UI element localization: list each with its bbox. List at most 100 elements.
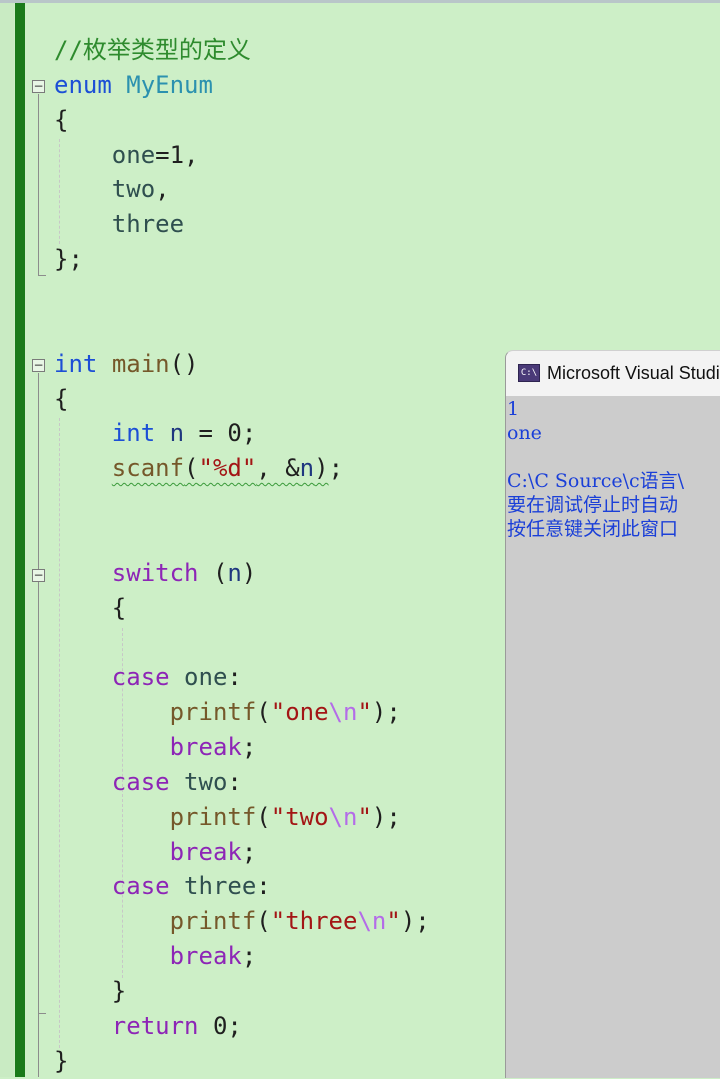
code-token: case — [111, 767, 170, 796]
console-line: C:\C Source\c语言\ — [507, 470, 685, 492]
code-line[interactable]: int n = 0; — [54, 416, 257, 451]
console-line: 1 — [507, 398, 520, 420]
code-token: 0; — [198, 1011, 242, 1040]
code-token: ; — [328, 454, 344, 483]
code-line[interactable]: return 0; — [54, 1009, 242, 1044]
code-token: ) — [241, 558, 257, 587]
code-token: ); — [371, 698, 401, 727]
code-line[interactable]: enum MyEnum — [54, 68, 213, 103]
code-line[interactable]: break; — [54, 730, 257, 765]
code-line[interactable]: switch (n) — [54, 556, 257, 591]
code-line[interactable]: case one: — [54, 660, 242, 695]
code-line[interactable]: //枚举类型的定义 — [54, 33, 251, 68]
code-token: \n — [328, 698, 358, 727]
code-line[interactable]: scanf("%d", &n); — [54, 451, 343, 486]
code-line[interactable]: { — [54, 103, 68, 138]
code-token: =1, — [155, 140, 199, 169]
code-line[interactable]: } — [54, 974, 126, 1009]
code-token: scanf — [111, 454, 185, 483]
code-line[interactable]: int main() — [54, 347, 199, 382]
code-line[interactable]: } — [54, 1044, 68, 1079]
code-token: main — [111, 349, 170, 378]
code-token: ); — [400, 907, 430, 936]
fold-end-switch — [38, 1013, 46, 1014]
code-line[interactable]: case two: — [54, 765, 242, 800]
code-token: "%d" — [198, 454, 257, 483]
console-line: 要在调试停止时自动 — [507, 494, 679, 516]
fold-toggle-main[interactable]: − — [32, 359, 45, 372]
code-token: , — [155, 175, 170, 204]
code-line[interactable]: break; — [54, 835, 257, 870]
code-token: ; — [241, 733, 257, 761]
code-line[interactable]: three — [54, 207, 184, 242]
console-title: Microsoft Visual Studio — [547, 363, 720, 383]
code-token: : — [227, 767, 242, 796]
code-token: : — [256, 872, 271, 901]
console-window[interactable]: C:\ Microsoft Visual Studio 1 one C:\C Sou… — [505, 350, 720, 1078]
code-token: : — [227, 663, 242, 692]
code-token: n — [169, 419, 185, 448]
code-token: break — [169, 837, 242, 866]
console-line: one — [507, 422, 542, 444]
code-token: } — [54, 976, 127, 1005]
code-token: ) — [314, 454, 329, 483]
code-token: \n — [357, 907, 387, 936]
code-line[interactable]: printf("one\n"); — [54, 695, 401, 730]
fold-toggle-enum[interactable]: − — [32, 80, 45, 93]
console-line: 按任意键关闭此窗口 — [507, 518, 679, 540]
code-token: " — [386, 907, 401, 936]
code-token: "two — [270, 802, 329, 831]
code-line[interactable]: }; — [54, 242, 83, 277]
code-token: three — [184, 872, 257, 901]
code-line[interactable]: printf("three\n"); — [54, 904, 430, 939]
code-line[interactable]: two, — [54, 172, 170, 207]
code-token: break — [169, 733, 242, 761]
code-line[interactable]: break; — [54, 939, 257, 974]
code-token: ( — [256, 698, 271, 727]
code-token: { — [54, 384, 69, 413]
code-token: one — [111, 140, 156, 169]
fold-end-enum — [38, 275, 46, 276]
code-line[interactable]: case three: — [54, 869, 271, 904]
code-token: printf — [169, 802, 257, 831]
code-line[interactable]: { — [54, 591, 126, 626]
code-token: ; — [241, 837, 257, 866]
code-token: = 0; — [184, 419, 257, 448]
code-token: enum — [54, 70, 112, 99]
code-token: one — [184, 663, 228, 692]
code-token: printf — [169, 907, 257, 936]
console-title-bar[interactable]: C:\ Microsoft Visual Studio — [506, 351, 720, 396]
code-token: MyEnum — [126, 70, 213, 99]
code-token: three — [111, 210, 185, 239]
code-line[interactable]: one=1, — [54, 138, 199, 173]
code-line[interactable]: printf("two\n"); — [54, 800, 401, 835]
code-token: switch — [111, 558, 199, 587]
code-token: }; — [54, 245, 83, 274]
code-token: ; — [241, 942, 257, 971]
fold-toggle-switch[interactable]: − — [32, 569, 45, 582]
code-token: ( — [198, 558, 228, 587]
fold-guide-main — [38, 373, 39, 1077]
code-token: \n — [328, 802, 358, 831]
code-token: , & — [256, 454, 300, 483]
code-line[interactable]: { — [54, 382, 68, 417]
code-token: { — [54, 593, 127, 622]
code-token: int — [54, 349, 98, 378]
code-token: return — [111, 1011, 199, 1040]
code-token: { — [54, 105, 69, 134]
